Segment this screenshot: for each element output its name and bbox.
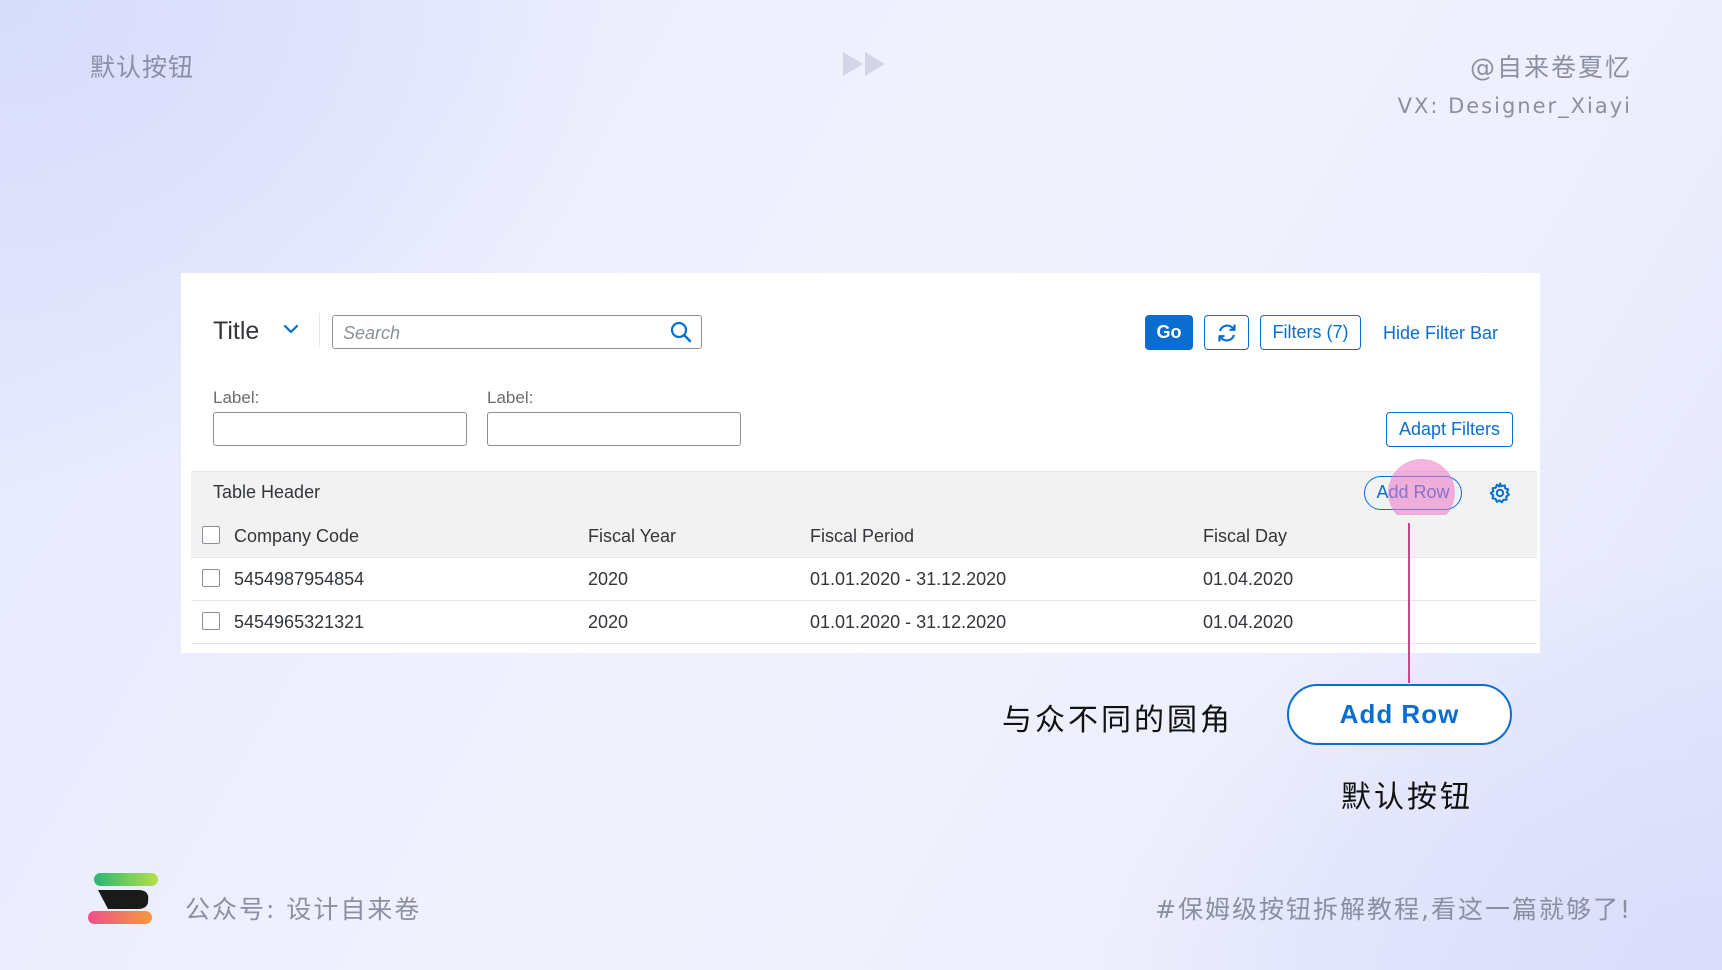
table-cell: 5454965321321 (234, 612, 365, 632)
adapt-filters-button[interactable]: Adapt Filters (1386, 412, 1513, 447)
column-header[interactable]: Fiscal Period (810, 526, 914, 547)
gear-icon[interactable] (1488, 481, 1512, 505)
filter-field-2[interactable] (487, 412, 741, 446)
table-header-title: Table Header (213, 482, 321, 502)
slide-title: 默认按钮 (90, 53, 195, 82)
go-button[interactable]: Go (1145, 315, 1193, 350)
table-row[interactable]: 5454965321321 2020 01.01.2020 - 31.12.20… (191, 601, 1537, 644)
column-header[interactable]: Fiscal Year (588, 526, 676, 547)
table-toolbar: Table Header Add Row (191, 459, 1537, 526)
author-handle: @自来卷夏忆 (1469, 53, 1632, 82)
chevron-down-icon[interactable] (281, 319, 301, 339)
search-input[interactable]: Search (332, 315, 702, 349)
refresh-button[interactable] (1204, 315, 1249, 350)
column-header[interactable]: Company Code (234, 526, 359, 547)
table-cell: 2020 (588, 612, 629, 632)
footer-tagline: #保姆级按钮拆解教程,看这一篇就够了! (1155, 895, 1632, 924)
table-cell: 2020 (588, 569, 629, 589)
filter-label-1: Label: (213, 388, 260, 407)
search-placeholder: Search (343, 323, 401, 343)
row-checkbox[interactable] (202, 612, 220, 630)
filter-field-1[interactable] (213, 412, 467, 446)
row-checkbox[interactable] (202, 569, 220, 587)
page-title[interactable]: Title (213, 317, 259, 346)
hide-filter-bar-link[interactable]: Hide Filter Bar (1383, 323, 1498, 344)
table-card: Title Search Go Filters (7) Hide Filter … (181, 273, 1540, 653)
table-cell: 01.04.2020 (1203, 569, 1294, 589)
refresh-icon (1217, 324, 1236, 341)
table-cell: 5454987954854 (234, 569, 365, 589)
divider (319, 313, 320, 347)
table-cell: 01.01.2020 - 31.12.2020 (810, 612, 1007, 632)
brand-logo (88, 873, 158, 924)
wechat-id: VX: Designer_Xiayi (1397, 94, 1632, 118)
table-cell: 01.01.2020 - 31.12.2020 (810, 569, 1007, 589)
footer-account: 公众号: 设计自来卷 (185, 895, 422, 924)
play-icon (843, 52, 885, 76)
author-block: @自来卷夏忆 VX: Designer_Xiayi (1398, 48, 1632, 118)
annotation-connector (1408, 523, 1410, 683)
add-row-button-enlarged[interactable]: Add Row (1287, 684, 1512, 745)
filter-label-2: Label: (487, 388, 534, 407)
table-row[interactable]: 5454987954854 2020 01.01.2020 - 31.12.20… (191, 558, 1537, 601)
annotation-note: 与众不同的圆角 (1002, 703, 1233, 738)
select-all-checkbox[interactable] (202, 526, 220, 544)
table-cell: 01.04.2020 (1203, 612, 1294, 632)
column-header[interactable]: Fiscal Day (1203, 526, 1287, 547)
annotation-caption: 默认按钮 (1341, 780, 1473, 815)
search-icon[interactable] (669, 320, 693, 344)
filters-button[interactable]: Filters (7) (1260, 315, 1361, 350)
table-column-header: Company Code Fiscal Year Fiscal Period F… (191, 515, 1537, 558)
